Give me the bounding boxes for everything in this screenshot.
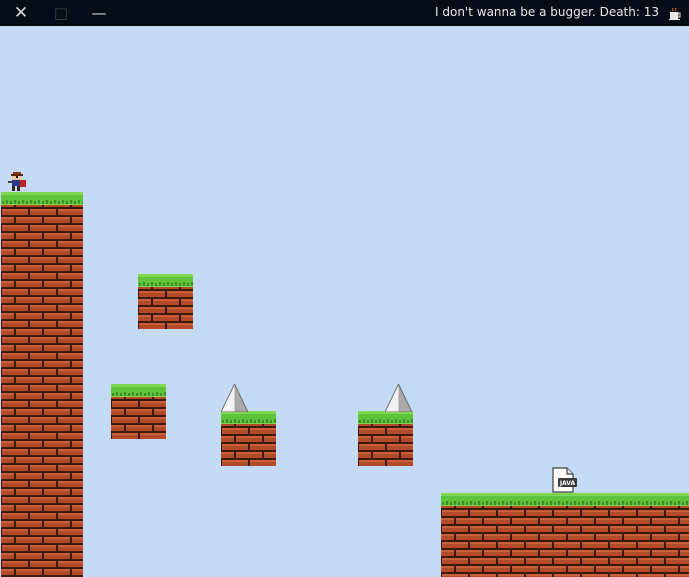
minimize-button[interactable]: — [82,0,116,26]
player-kid-sprite [7,172,29,196]
floating-block-1 [138,274,193,329]
close-icon: ✕ [13,3,29,23]
maximize-icon: □ [53,4,69,22]
maximize-button[interactable]: □ [44,0,78,26]
spike-hazard [220,382,249,416]
title-bar: ✕ □ — I don't wanna be a bugger. Death: … [0,0,689,26]
close-button[interactable]: ✕ [4,0,38,26]
spike-hazard [384,382,413,416]
floating-block-4 [358,411,413,466]
floating-block-2 [111,384,166,439]
ground-column-left [1,192,83,577]
window-title: I don't wanna be a bugger. Death: 13 [435,5,659,19]
save-point-label: JAVA [559,480,576,487]
game-canvas[interactable]: JAVA [1,26,689,577]
save-point-java-file[interactable]: JAVA [550,467,578,497]
minimize-icon: — [91,4,107,22]
java-coffee-icon [669,6,681,20]
game-window: ✕ □ — I don't wanna be a bugger. Death: … [0,0,689,577]
ground-platform-right [441,493,689,577]
floating-block-3 [221,411,276,466]
